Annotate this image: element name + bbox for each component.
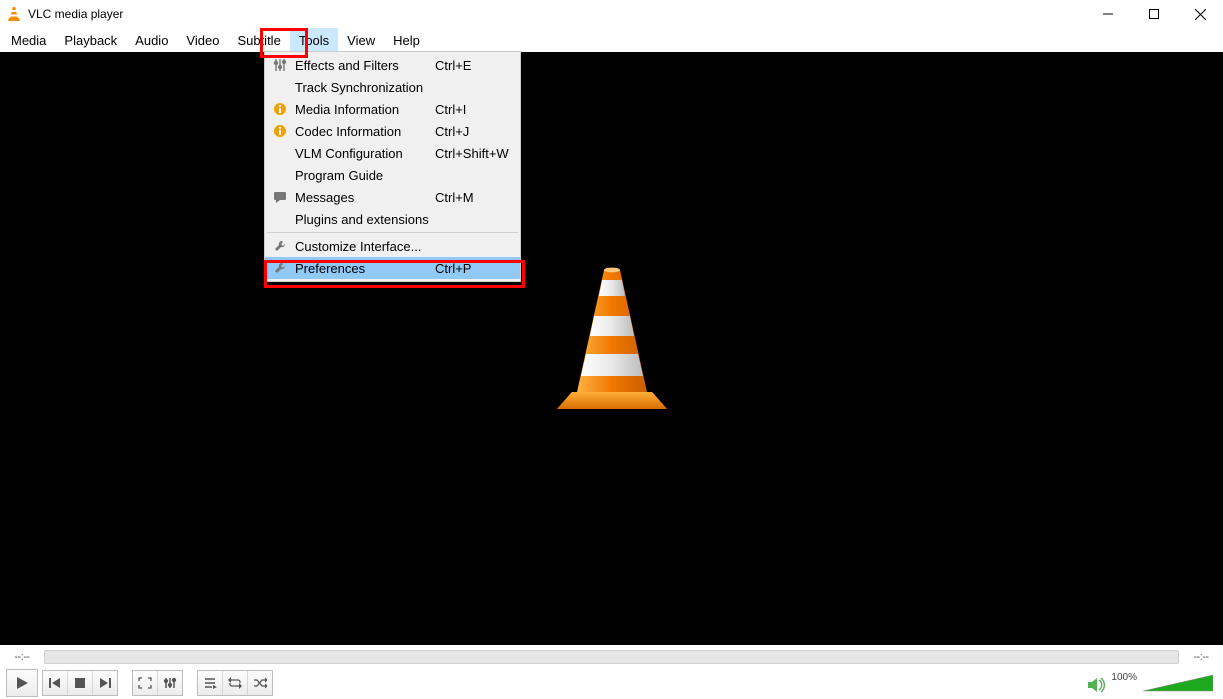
tools-dropdown: Effects and FiltersCtrl+ETrack Synchroni… — [264, 51, 521, 282]
menu-item-shortcut: Ctrl+E — [435, 58, 471, 73]
skip-group — [42, 670, 118, 696]
titlebar: VLC media player — [0, 0, 1223, 28]
info-icon — [271, 102, 289, 116]
app-icon — [6, 6, 22, 22]
menu-video[interactable]: Video — [177, 28, 228, 52]
menu-item-shortcut: Ctrl+I — [435, 102, 466, 117]
previous-button[interactable] — [43, 671, 68, 695]
menu-item-program-guide[interactable]: Program Guide — [265, 164, 520, 186]
menu-item-effects-and-filters[interactable]: Effects and FiltersCtrl+E — [265, 54, 520, 76]
stop-button[interactable] — [68, 671, 93, 695]
time-total: --:-- — [1187, 651, 1215, 663]
minimize-button[interactable] — [1085, 0, 1131, 28]
vlc-cone-logo — [542, 264, 682, 414]
menu-audio[interactable]: Audio — [126, 28, 177, 52]
next-button[interactable] — [93, 671, 117, 695]
maximize-button[interactable] — [1131, 0, 1177, 28]
menu-separator — [267, 232, 518, 233]
volume-control: 100% — [1087, 673, 1217, 693]
window-title: VLC media player — [28, 7, 123, 21]
menu-item-label: Program Guide — [295, 168, 435, 183]
msg-icon — [271, 190, 289, 204]
volume-slider[interactable] — [1143, 673, 1213, 693]
menu-item-plugins-and-extensions[interactable]: Plugins and extensions — [265, 208, 520, 230]
seek-row: --:-- --:-- — [0, 647, 1223, 667]
menu-help[interactable]: Help — [384, 28, 429, 52]
menu-item-shortcut: Ctrl+Shift+W — [435, 146, 509, 161]
menu-item-shortcut: Ctrl+P — [435, 261, 471, 276]
play-button[interactable] — [6, 669, 38, 697]
playlist-button[interactable] — [198, 671, 223, 695]
shuffle-button[interactable] — [248, 671, 272, 695]
menu-item-label: Effects and Filters — [295, 58, 435, 73]
playback-controls: 100% — [0, 667, 1223, 699]
menu-item-shortcut: Ctrl+M — [435, 190, 474, 205]
loop-button[interactable] — [223, 671, 248, 695]
menu-playback[interactable]: Playback — [55, 28, 126, 52]
wrench-icon — [271, 239, 289, 253]
menu-item-messages[interactable]: MessagesCtrl+M — [265, 186, 520, 208]
menu-view[interactable]: View — [338, 28, 384, 52]
extended-settings-button[interactable] — [158, 671, 182, 695]
menu-item-label: Codec Information — [295, 124, 435, 139]
menubar: MediaPlaybackAudioVideoSubtitleToolsView… — [0, 28, 1223, 52]
menu-item-label: Preferences — [295, 261, 435, 276]
time-elapsed: --:-- — [8, 651, 36, 663]
menu-item-customize-interface[interactable]: Customize Interface... — [265, 235, 520, 257]
volume-label: 100% — [1111, 672, 1137, 683]
menu-item-media-information[interactable]: Media InformationCtrl+I — [265, 98, 520, 120]
playlist-group — [197, 670, 273, 696]
view-group — [132, 670, 183, 696]
menu-item-shortcut: Ctrl+J — [435, 124, 469, 139]
info-icon — [271, 124, 289, 138]
menu-item-label: Media Information — [295, 102, 435, 117]
menu-subtitle[interactable]: Subtitle — [228, 28, 289, 52]
menu-media[interactable]: Media — [2, 28, 55, 52]
menu-item-label: Plugins and extensions — [295, 212, 435, 227]
menu-item-preferences[interactable]: PreferencesCtrl+P — [265, 257, 520, 279]
video-area — [0, 52, 1223, 645]
menu-item-track-synchronization[interactable]: Track Synchronization — [265, 76, 520, 98]
seek-slider[interactable] — [44, 650, 1179, 664]
menu-item-label: Messages — [295, 190, 435, 205]
menu-item-vlm-configuration[interactable]: VLM ConfigurationCtrl+Shift+W — [265, 142, 520, 164]
menu-tools[interactable]: Tools — [290, 28, 338, 52]
menu-item-label: Track Synchronization — [295, 80, 435, 95]
wrench-icon — [271, 261, 289, 275]
close-button[interactable] — [1177, 0, 1223, 28]
fullscreen-button[interactable] — [133, 671, 158, 695]
menu-item-label: VLM Configuration — [295, 146, 435, 161]
window-controls — [1085, 0, 1223, 28]
speaker-icon[interactable] — [1087, 677, 1105, 693]
menu-item-codec-information[interactable]: Codec InformationCtrl+J — [265, 120, 520, 142]
sliders-icon — [271, 58, 289, 72]
menu-item-label: Customize Interface... — [295, 239, 435, 254]
